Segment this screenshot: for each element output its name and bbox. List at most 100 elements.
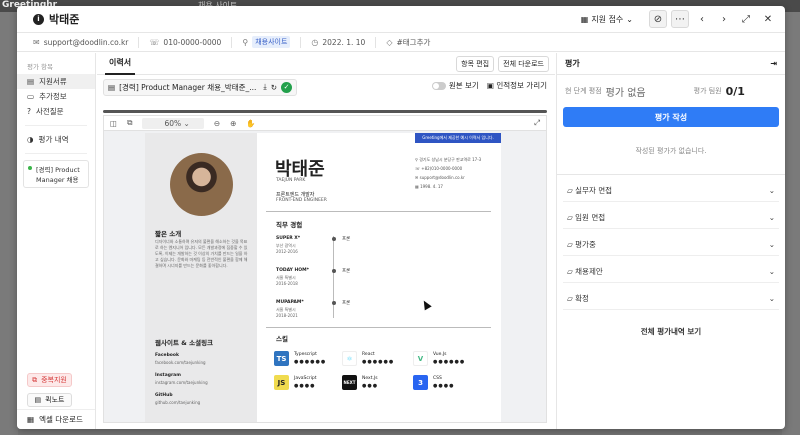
mail-icon: ✉ <box>33 37 40 47</box>
all-history-link[interactable]: 전체 평가내역 보기 <box>557 320 785 342</box>
phone-icon: ☏ <box>149 37 160 47</box>
zoom-out-icon[interactable]: ⊖ <box>214 119 220 128</box>
source-tag: 채용사이트 <box>252 36 291 48</box>
link-url: facebook.com/taejunking <box>155 360 206 365</box>
divider <box>266 327 491 328</box>
document-actions: 항목 편집 전체 다운로드 <box>456 56 549 72</box>
info-icon: i <box>33 13 44 25</box>
refresh-icon[interactable]: ↻ <box>271 83 277 92</box>
sidebar-item-documents[interactable]: ▤ 지원서류 <box>17 74 95 89</box>
load-progress-bar <box>103 110 547 113</box>
duplicate-icon: ⧉ <box>32 375 38 384</box>
contact-address: ⚲ 경기도 성남시 분당구 판교역로 17-3 <box>415 157 482 162</box>
skill-level: ●●●●●● <box>294 359 327 365</box>
divider <box>266 211 491 212</box>
hide-icon: ▣ <box>486 81 497 90</box>
file-row: ▤ [경력] Product Manager 채용_박태준_... ⤓ ↻ ✓ … <box>97 75 555 99</box>
file-selector[interactable]: ▤ [경력] Product Manager 채용_박태준_... ⤓ ↻ ✓ <box>103 78 297 96</box>
timeline-line <box>333 236 334 318</box>
date-item: ◷ 2022. 1. 10 <box>311 36 377 48</box>
info-bar: ✉ support@doodlin.co.kr ☏ 010-0000-0000 … <box>17 33 785 52</box>
skill-level: ●●●● <box>433 383 455 389</box>
fullscreen-icon[interactable]: ⤢ <box>534 118 540 128</box>
email-item[interactable]: ✉ support@doodlin.co.kr <box>33 36 140 48</box>
applicant-name: 박태준 <box>49 13 80 26</box>
sidebar-item-additional-info[interactable]: ▭ 추가정보 <box>17 89 95 104</box>
sidebar-section-title: 평가 항목 <box>27 63 53 71</box>
toggle-switch[interactable] <box>431 82 446 90</box>
accordion-evaluating[interactable]: ▱ 평가중 ⌄ <box>563 234 779 256</box>
skill-name: React <box>362 352 375 357</box>
folder-icon: ▱ <box>567 294 576 303</box>
accordion-practitioner-interview[interactable]: ▱ 실무자 면접 ⌄ <box>563 180 779 202</box>
links-title: 웹사이트 & 소셜링크 <box>155 339 214 347</box>
close-icon: ✕ <box>763 13 773 25</box>
download-all-button[interactable]: 전체 다운로드 <box>498 56 549 72</box>
chevron-down-icon: ⌄ <box>768 294 775 303</box>
chevron-down-icon: ⌄ <box>768 240 775 249</box>
zoom-select[interactable]: 60% ⌄ <box>142 117 204 129</box>
zoom-in-icon[interactable]: ⊕ <box>230 119 236 128</box>
close-button[interactable]: ✕ <box>759 10 777 28</box>
prev-button[interactable]: ‹ <box>693 10 711 28</box>
block-button[interactable]: ⊘ <box>649 10 667 28</box>
exp-period: 2016-2018 <box>276 281 298 286</box>
evaluation-sidebar: 평가 항목 ▤ 지원서류 ▭ 추가정보 ? 사전질문 ◑ 평가 내역 [경력] … <box>17 53 96 429</box>
more-button[interactable]: ⋯ <box>671 10 689 28</box>
pages-icon[interactable]: ⧉ <box>127 118 132 128</box>
tag-add-item[interactable]: ◇ #태그추가 <box>386 37 440 48</box>
duplicate-apply-button[interactable]: ⧉ 중복지원 <box>27 373 72 387</box>
folder-icon: ▱ <box>567 240 576 249</box>
resume-page: 짧은 소개 디자이너와 소통하며 유저의 불편을 해소하는 것을 목표로 하는 … <box>145 133 501 422</box>
write-evaluation-button[interactable]: 평가 작성 <box>563 107 779 127</box>
card-icon: ▭ <box>27 92 35 101</box>
file-name: [경력] Product Manager 채용_박태준_... <box>119 82 257 92</box>
background-sidebar <box>0 12 18 435</box>
hand-icon[interactable]: ✋ <box>246 119 255 128</box>
document-tabs: 이력서 항목 편집 전체 다운로드 <box>97 53 555 75</box>
collapse-panel-icon[interactable]: ⇥ <box>770 59 777 68</box>
modal-header: i 박태준 ▦ 지원 접수 ⌄ ⊘ ⋯ ‹ › ⤢ ✕ <box>17 6 785 33</box>
sidebar-divider <box>25 125 87 126</box>
excel-icon: ▦ <box>27 415 35 424</box>
tab-resume[interactable]: 이력서 <box>105 53 136 75</box>
exp-period: 2012-2016 <box>276 249 298 254</box>
accordion-confirmed[interactable]: ▱ 확정 ⌄ <box>563 288 779 310</box>
apply-status-dropdown[interactable]: ▦ 지원 접수 ⌄ <box>581 14 633 25</box>
resume-role-en: FRONT-END ENGINEER <box>276 198 327 203</box>
skill-name: Typescript <box>294 352 317 357</box>
original-view-toggle[interactable]: 원본 보기 <box>431 80 479 91</box>
sidebar-item-pre-questions[interactable]: ? 사전질문 <box>17 104 95 119</box>
source-item[interactable]: ⚲ 채용사이트 <box>242 36 302 48</box>
team-label: 평가 팀원 <box>693 87 722 95</box>
expand-button[interactable]: ⤢ <box>737 10 755 28</box>
sidebar-toggle-icon[interactable]: ◫ <box>110 119 117 128</box>
accordion-executive-interview[interactable]: ▱ 임원 면접 ⌄ <box>563 207 779 229</box>
pdf-viewer[interactable]: ◫ ⧉ 60% ⌄ ⊖ ⊕ ✋ ⤢ 짧은 소개 디자이너와 소통하며 유저의 불… <box>103 115 547 423</box>
block-icon: ⊘ <box>653 13 663 25</box>
edit-items-button[interactable]: 항목 편집 <box>456 56 495 72</box>
location-icon: ⚲ <box>242 37 249 47</box>
more-icon: ⋯ <box>675 13 685 25</box>
skill-level: ●●●●●● <box>433 359 466 365</box>
question-icon: ? <box>27 107 31 116</box>
history-icon: ◑ <box>27 135 34 144</box>
check-icon: ✓ <box>281 81 292 93</box>
chevron-down-icon: ⌄ <box>183 118 190 128</box>
sidebar-item-history[interactable]: ◑ 평가 내역 <box>17 132 95 147</box>
status-dot <box>28 166 32 170</box>
accordion-offer[interactable]: ▱ 채용제안 ⌄ <box>563 261 779 283</box>
exp-company: TODAY HOM* <box>276 268 309 273</box>
next-button[interactable]: › <box>715 10 733 28</box>
document-icon: ▤ <box>27 77 35 86</box>
download-icon[interactable]: ⤓ <box>263 82 266 92</box>
skill-level: ●●●● <box>294 383 316 389</box>
stage-badge[interactable]: [경력] Product Manager 채용 <box>23 160 89 188</box>
link-name: GitHub <box>155 393 173 398</box>
expand-icon: ⤢ <box>742 13 750 25</box>
phone-item[interactable]: ☏ 010-0000-0000 <box>149 36 233 48</box>
evaluation-header: 평가 ⇥ <box>557 53 785 75</box>
hide-personal-button[interactable]: ▣ 인적정보 가리기 <box>487 80 547 91</box>
quick-note-button[interactable]: ▤ 퀵노트 <box>27 393 72 407</box>
excel-download-button[interactable]: ▦ 엑셀 다운로드 <box>17 409 95 429</box>
